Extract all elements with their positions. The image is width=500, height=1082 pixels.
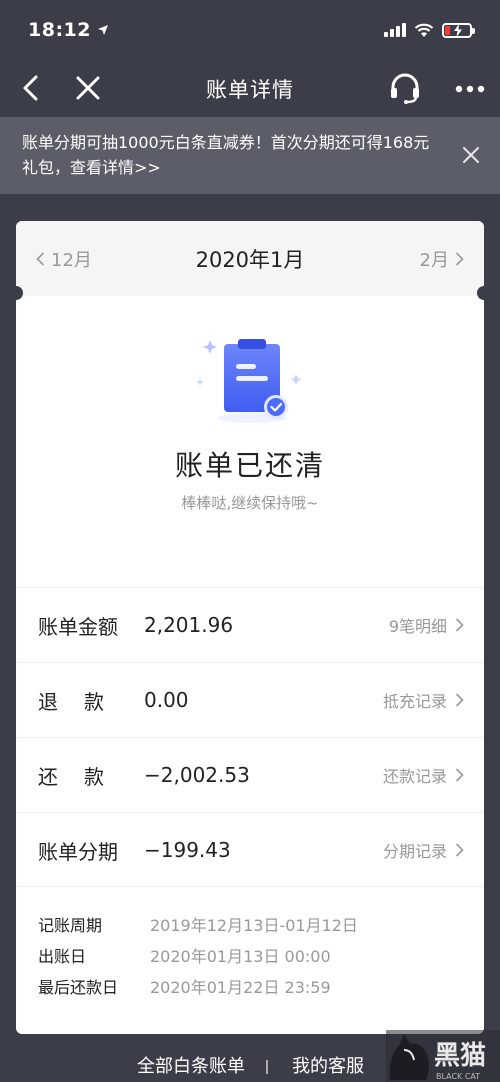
battery-icon <box>442 22 475 38</box>
chevron-right-icon <box>455 843 464 857</box>
row-value: 0.00 <box>144 688 189 712</box>
next-month-label: 2月 <box>419 250 449 271</box>
installment-records-label: 分期记录 <box>382 842 447 861</box>
row-label: 账单分期 <box>38 839 118 864</box>
offset-records-link[interactable]: 抵充记录 <box>383 688 464 712</box>
info-value: 2020年01月22日 23:59 <box>150 978 331 997</box>
info-label: 出账日 <box>38 947 87 966</box>
row-bill-amount[interactable]: 账单金额 2,201.96 9笔明细 <box>16 587 484 662</box>
customer-service-link[interactable]: 我的客服 <box>292 1052 364 1078</box>
info-label: 最后还款日 <box>38 978 119 997</box>
watermark-text: 黑猫 <box>434 1041 486 1071</box>
row-value: −199.43 <box>144 838 231 862</box>
ticket-notch-right <box>477 286 491 300</box>
row-label: 还款 <box>38 764 130 789</box>
bill-paid-icon <box>196 339 302 423</box>
row-value: −2,002.53 <box>144 763 250 787</box>
bill-status-title: 账单已还清 <box>174 449 325 482</box>
row-value: 2,201.96 <box>144 613 234 637</box>
bill-status-subtitle: 棒棒哒,继续保持哦~ <box>181 494 319 512</box>
headset-icon[interactable] <box>388 71 422 105</box>
details-link[interactable]: 9笔明细 <box>389 613 464 637</box>
footer-separator <box>266 1060 268 1074</box>
row-installment[interactable]: 账单分期 −199.43 分期记录 <box>16 812 484 887</box>
current-month: 2020年1月 <box>195 248 305 272</box>
row-label: 账单金额 <box>38 614 118 639</box>
next-month-button[interactable]: 2月 <box>420 246 464 272</box>
promo-banner-text: 账单分期可抽1000元白条直减券！首次分期还可得168元礼包，查看详情>> <box>22 133 430 177</box>
more-icon[interactable] <box>454 84 486 94</box>
watermark-subtext: BLACK CAT <box>436 1072 480 1081</box>
nav-bar: 账单详情 <box>0 60 500 117</box>
wifi-icon <box>414 23 434 37</box>
status-indicators <box>384 22 475 38</box>
promo-banner[interactable]: 账单分期可抽1000元白条直减券！首次分期还可得168元礼包，查看详情>> <box>0 117 500 194</box>
divider <box>16 886 484 887</box>
row-repayment[interactable]: 还款 −2,002.53 还款记录 <box>16 737 484 812</box>
banner-close-icon[interactable] <box>462 146 480 164</box>
signal-icon <box>384 23 406 37</box>
row-label: 退款 <box>38 689 130 714</box>
black-cat-watermark-icon: 黑猫 BLACK CAT <box>386 1030 500 1082</box>
chevron-right-icon <box>455 252 464 266</box>
info-value: 2019年12月13日-01月12日 <box>150 916 358 935</box>
status-time: 18:12 <box>28 19 91 41</box>
all-bills-link[interactable]: 全部白条账单 <box>137 1052 245 1078</box>
page-title: 账单详情 <box>206 78 294 102</box>
offset-records-label: 抵充记录 <box>382 692 447 711</box>
details-link-label: 9笔明细 <box>388 617 447 636</box>
month-selector: 12月 2020年1月 2月 <box>16 221 484 296</box>
ticket-notch-left <box>9 286 23 300</box>
row-refund[interactable]: 退款 0.00 抵充记录 <box>16 662 484 737</box>
chevron-right-icon <box>455 618 464 632</box>
status-bar: 18:12 <box>0 0 500 60</box>
info-label: 记账周期 <box>38 916 103 935</box>
info-value: 2020年01月13日 00:00 <box>150 947 331 966</box>
chevron-right-icon <box>455 693 464 707</box>
chevron-right-icon <box>455 768 464 782</box>
installment-records-link[interactable]: 分期记录 <box>383 838 464 862</box>
location-arrow-icon <box>97 25 108 35</box>
repayment-records-link[interactable]: 还款记录 <box>383 763 464 787</box>
repayment-records-label: 还款记录 <box>382 767 447 786</box>
